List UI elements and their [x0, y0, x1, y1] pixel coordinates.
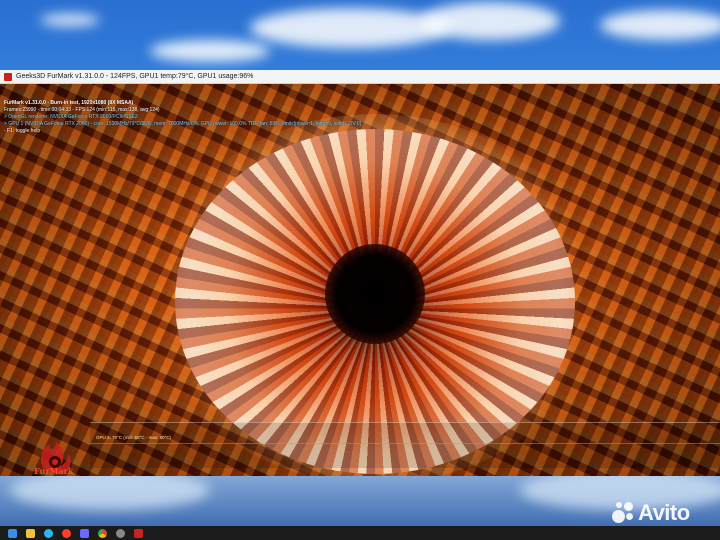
temperature-graph: GPU 1: 79°C (min: 58°C - max: 80°C): [90, 422, 720, 468]
furmark-icon[interactable]: [134, 528, 143, 538]
temperature-graph-label: GPU 1: 79°C (min: 58°C - max: 80°C): [96, 435, 172, 440]
avito-logo-icon: [612, 502, 634, 524]
furmark-window[interactable]: Geeks3D FurMark v1.31.0.0 - 124FPS, GPU1…: [0, 70, 720, 476]
window-titlebar[interactable]: Geeks3D FurMark v1.31.0.0 - 124FPS, GPU1…: [0, 70, 720, 84]
overlay-gpu-info: > GPU 1 (NVIDIA GeForce RTX 2060) - core…: [4, 121, 362, 127]
wallpaper-cloud: [150, 40, 270, 62]
avito-watermark: Avito: [612, 500, 690, 526]
furmark-app-icon: [4, 72, 12, 81]
taskbar: [0, 526, 720, 540]
overlay-renderer-info: > OpenGL renderer: NVIDIA GeForce RTX 20…: [4, 114, 138, 120]
render-viewport[interactable]: FurMark v1.31.0.0 - Burn-in test, 1920x1…: [0, 84, 720, 476]
chrome-icon[interactable]: [98, 528, 107, 538]
avito-watermark-text: Avito: [638, 500, 690, 525]
file-explorer-icon[interactable]: [26, 528, 35, 538]
wallpaper-cloud: [40, 14, 100, 26]
wallpaper-cloud: [600, 10, 720, 40]
temperature-graph-line: [90, 443, 720, 444]
wallpaper-cloud: [10, 470, 210, 510]
overlay-help-hint: - F1: toggle help: [4, 128, 41, 134]
overlay-fps-info: Frames:23990 - time:00:04:33 - FPS:124 (…: [4, 107, 160, 113]
yandex-icon[interactable]: [62, 528, 71, 538]
windows-start-icon[interactable]: [8, 528, 17, 538]
window-title: Geeks3D FurMark v1.31.0.0 - 124FPS, GPU1…: [16, 73, 254, 80]
edge-icon[interactable]: [44, 528, 53, 538]
wallpaper-cloud: [420, 2, 560, 40]
stats-overlay: FurMark v1.31.0.0 - Burn-in test, 1920x1…: [4, 100, 361, 135]
fur-donut-center: [325, 244, 425, 344]
wallpaper-cloud: [250, 8, 450, 48]
furmark-logo-text: FurMark: [34, 466, 74, 476]
store-icon[interactable]: [80, 528, 89, 538]
overlay-test-info: FurMark v1.31.0.0 - Burn-in test, 1920x1…: [4, 100, 134, 106]
settings-icon[interactable]: [116, 528, 125, 538]
